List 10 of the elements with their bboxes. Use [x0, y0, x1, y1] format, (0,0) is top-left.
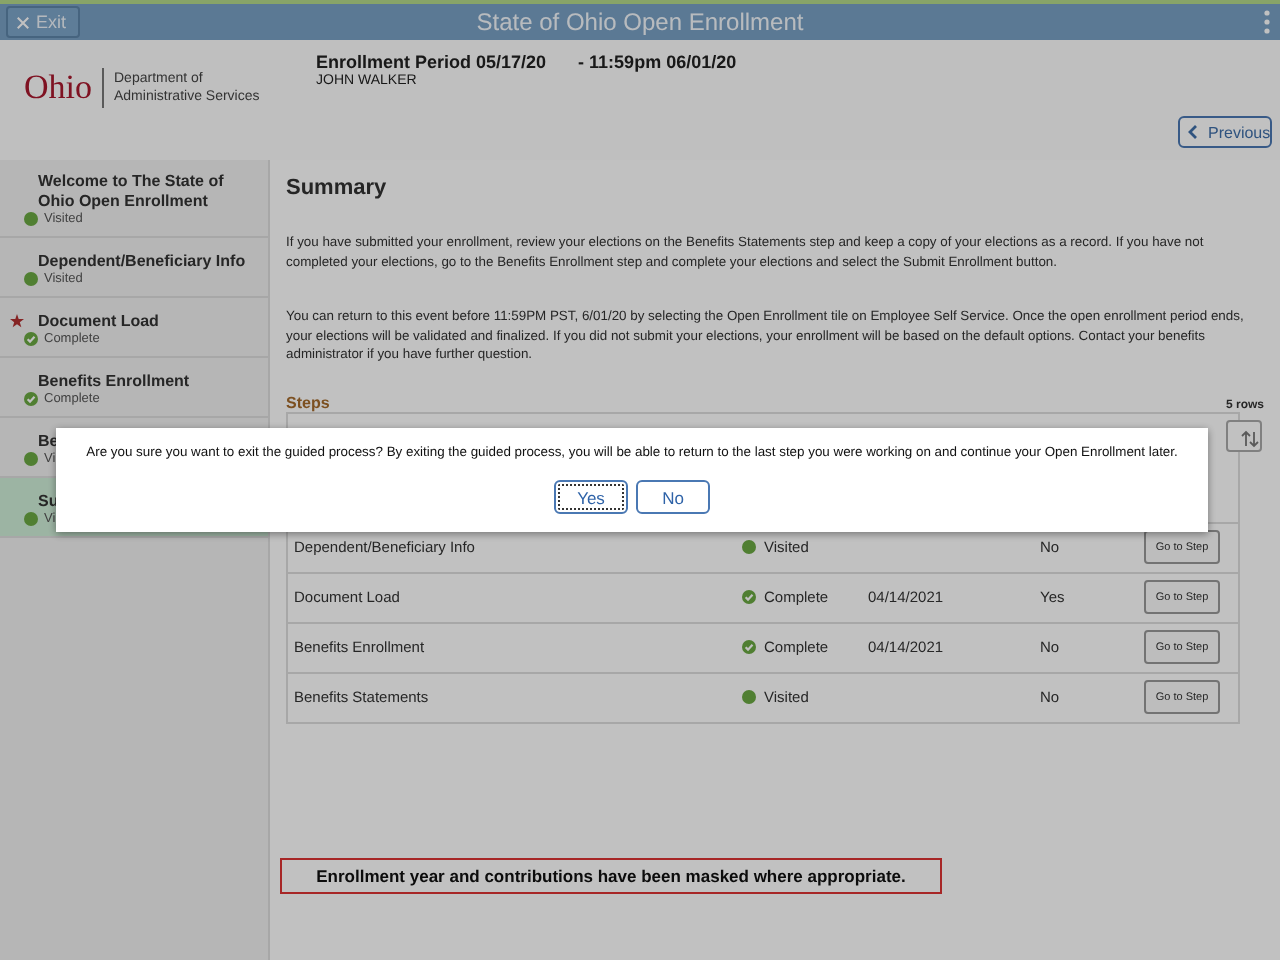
dialog-button[interactable]: No: [636, 480, 710, 514]
ohio-logo: Ohio: [24, 68, 92, 108]
previous-button[interactable]: Previous: [1178, 116, 1272, 148]
page-title: State of Ohio Open Enrollment: [476, 8, 804, 36]
steps-heading: Steps: [286, 393, 330, 411]
enrollment-period-end: - 11:59pm 06/01/20: [578, 52, 737, 72]
enrollment-period: Enrollment Period 05/17/20: [316, 52, 547, 72]
dialog-button[interactable]: Yes: [554, 480, 628, 514]
masking-note: Enrollment year and contributions have been masked where appropriate.: [280, 858, 942, 894]
summary-heading: Summary: [286, 176, 389, 200]
